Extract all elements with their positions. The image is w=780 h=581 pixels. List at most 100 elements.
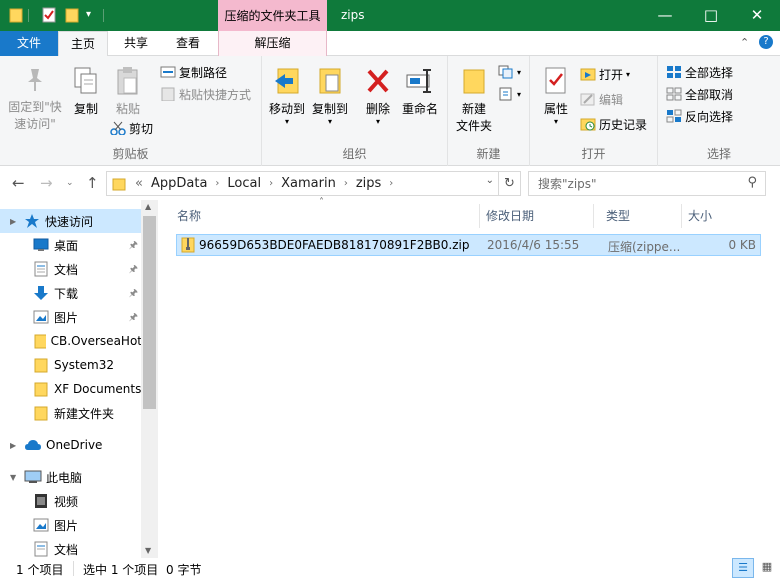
nav-item-downloads[interactable]: 下载 🖈: [0, 281, 142, 305]
pin-icon: 🖈: [128, 264, 138, 275]
history-button[interactable]: 历史记录: [580, 114, 647, 134]
breadcrumb-item[interactable]: Xamarin: [281, 176, 336, 191]
expand-arrow-icon[interactable]: ▶: [10, 441, 20, 450]
address-bar[interactable]: « AppData › Local › Xamarin › zips › ⌄ ↻: [106, 171, 521, 196]
breadcrumb-item[interactable]: Local: [227, 176, 261, 191]
divider: [28, 9, 29, 22]
tab-share[interactable]: 共享: [113, 31, 159, 56]
nav-item-onedrive[interactable]: ▶ OneDrive: [0, 433, 142, 457]
desktop-icon: [33, 238, 49, 251]
properties-quick-icon[interactable]: [42, 7, 56, 26]
column-header-size[interactable]: 大小: [678, 204, 758, 228]
paste-shortcut-button[interactable]: 粘贴快捷方式: [160, 84, 251, 104]
computer-icon: [24, 470, 42, 483]
up-arrow-icon[interactable]: ↑: [86, 174, 99, 192]
folder-icon: [9, 7, 23, 26]
window-title: zips: [341, 8, 365, 22]
refresh-icon[interactable]: ↻: [498, 172, 520, 195]
open-group-label: 打开: [581, 147, 606, 161]
nav-item-quick-access[interactable]: ▶ 快速访问: [0, 209, 142, 233]
breadcrumb-item[interactable]: zips: [356, 176, 381, 191]
context-tab-group-label: 压缩的文件夹工具: [218, 0, 327, 31]
easy-access-button[interactable]: ▾: [498, 84, 521, 104]
nav-item-this-pc[interactable]: ▼ 此电脑: [0, 465, 142, 489]
copy-icon: [74, 67, 97, 94]
nav-item-pictures[interactable]: 图片: [0, 513, 142, 537]
table-row[interactable]: 96659D653BDE0FAEDB818170891F2BB0.zip 201…: [176, 234, 761, 256]
new-group: 新建 文件夹 ▾ ▾ 新建: [448, 56, 530, 166]
status-selected: 选中 1 个项目: [83, 563, 159, 577]
minimize-button[interactable]: —: [642, 0, 688, 31]
copy-to-button[interactable]: 复制到 ▾: [308, 66, 352, 126]
breadcrumb-separator-icon[interactable]: ›: [389, 178, 393, 189]
back-arrow-icon[interactable]: ←: [12, 174, 25, 192]
new-folder-button[interactable]: 新建 文件夹: [452, 66, 496, 135]
customize-toolbar-icon[interactable]: ▾: [86, 9, 91, 20]
nav-item-documents[interactable]: 文档 🖈: [0, 257, 142, 281]
scroll-down-icon[interactable]: ▼: [145, 546, 151, 555]
pin-quick-access-button[interactable]: 固定到"快 速访问": [4, 66, 66, 133]
new-group-label: 新建: [476, 147, 501, 161]
cut-button[interactable]: 剪切: [110, 118, 153, 138]
tab-extract[interactable]: 解压缩: [218, 31, 327, 56]
forward-arrow-icon[interactable]: →: [40, 174, 53, 192]
collapse-ribbon-icon[interactable]: ⌃: [740, 36, 749, 49]
maximize-button[interactable]: □: [688, 0, 734, 31]
new-folder-quick-icon[interactable]: [65, 7, 79, 26]
column-header-type[interactable]: 类型: [596, 204, 682, 228]
details-view-icon[interactable]: ☰: [732, 558, 754, 578]
nav-item-folder[interactable]: XF Documents: [0, 377, 142, 401]
delete-button[interactable]: 删除 ▾: [360, 66, 396, 126]
select-all-button[interactable]: 全部选择: [666, 62, 733, 82]
edit-button[interactable]: 编辑: [580, 89, 623, 109]
picture-icon: [33, 518, 49, 532]
copy-path-button[interactable]: 复制路径: [160, 62, 227, 82]
breadcrumb-item[interactable]: AppData: [151, 176, 207, 191]
nav-scrollbar-thumb[interactable]: [143, 216, 156, 409]
nav-item-folder[interactable]: 新建文件夹: [0, 401, 142, 425]
expand-arrow-icon[interactable]: ▶: [10, 217, 20, 226]
file-size: 0 KB: [728, 238, 756, 252]
pin-icon: [28, 69, 42, 91]
new-item-button[interactable]: ▾: [498, 62, 521, 82]
scissors-icon: [110, 121, 126, 135]
breadcrumb-separator-icon[interactable]: ›: [269, 178, 273, 189]
breadcrumb-separator-icon[interactable]: ›: [344, 178, 348, 189]
nav-item-pictures[interactable]: 图片 🖈: [0, 305, 142, 329]
move-to-button[interactable]: 移动到 ▾: [265, 66, 309, 126]
select-none-button[interactable]: 全部取消: [666, 84, 733, 104]
large-icons-view-icon[interactable]: ▦: [756, 558, 778, 578]
recent-locations-chevron-icon[interactable]: ⌄: [66, 178, 74, 188]
expand-arrow-icon[interactable]: ▼: [10, 473, 20, 482]
nav-item-folder[interactable]: CB.OverseaHot: [0, 329, 142, 353]
nav-item-videos[interactable]: 视频: [0, 489, 142, 513]
paste-button[interactable]: 粘贴: [108, 66, 148, 118]
close-button[interactable]: ✕: [734, 0, 780, 31]
search-input[interactable]: 搜索"zips" ⚲: [528, 171, 766, 196]
column-header-name[interactable]: 名称: [167, 204, 480, 228]
nav-item-folder[interactable]: System32: [0, 353, 142, 377]
address-row: ← → ⌄ ↑ « AppData › Local › Xamarin › zi…: [0, 166, 780, 200]
open-button[interactable]: 打开 ▾: [580, 64, 630, 84]
properties-button[interactable]: 属性 ▾: [536, 66, 576, 126]
search-icon[interactable]: ⚲: [747, 175, 757, 190]
rename-button[interactable]: 重命名: [398, 66, 442, 118]
status-bar: 1 个项目 选中 1 个项目 0 字节 ☰ ▦: [0, 558, 780, 581]
breadcrumb-separator-icon[interactable]: ›: [215, 178, 219, 189]
scroll-up-icon[interactable]: ▲: [145, 202, 151, 211]
breadcrumb-overflow[interactable]: «: [135, 176, 143, 191]
copy-button[interactable]: 复制: [66, 66, 106, 118]
tab-view[interactable]: 查看: [164, 31, 212, 56]
nav-item-desktop[interactable]: 桌面 🖈: [0, 233, 142, 257]
invert-selection-button[interactable]: 反向选择: [666, 106, 733, 126]
tab-file[interactable]: 文件: [0, 31, 58, 56]
column-header-modified[interactable]: 修改日期: [476, 204, 594, 228]
pin-icon: 🖈: [128, 240, 138, 251]
download-icon: [34, 286, 48, 300]
folder-icon: [112, 178, 126, 190]
help-icon[interactable]: ?: [759, 35, 773, 49]
nav-scrollbar[interactable]: ▲ ▼: [141, 200, 158, 558]
tab-home[interactable]: 主页: [58, 31, 108, 57]
address-dropdown-icon[interactable]: ⌄: [486, 175, 494, 186]
clipboard-icon: [117, 67, 138, 95]
